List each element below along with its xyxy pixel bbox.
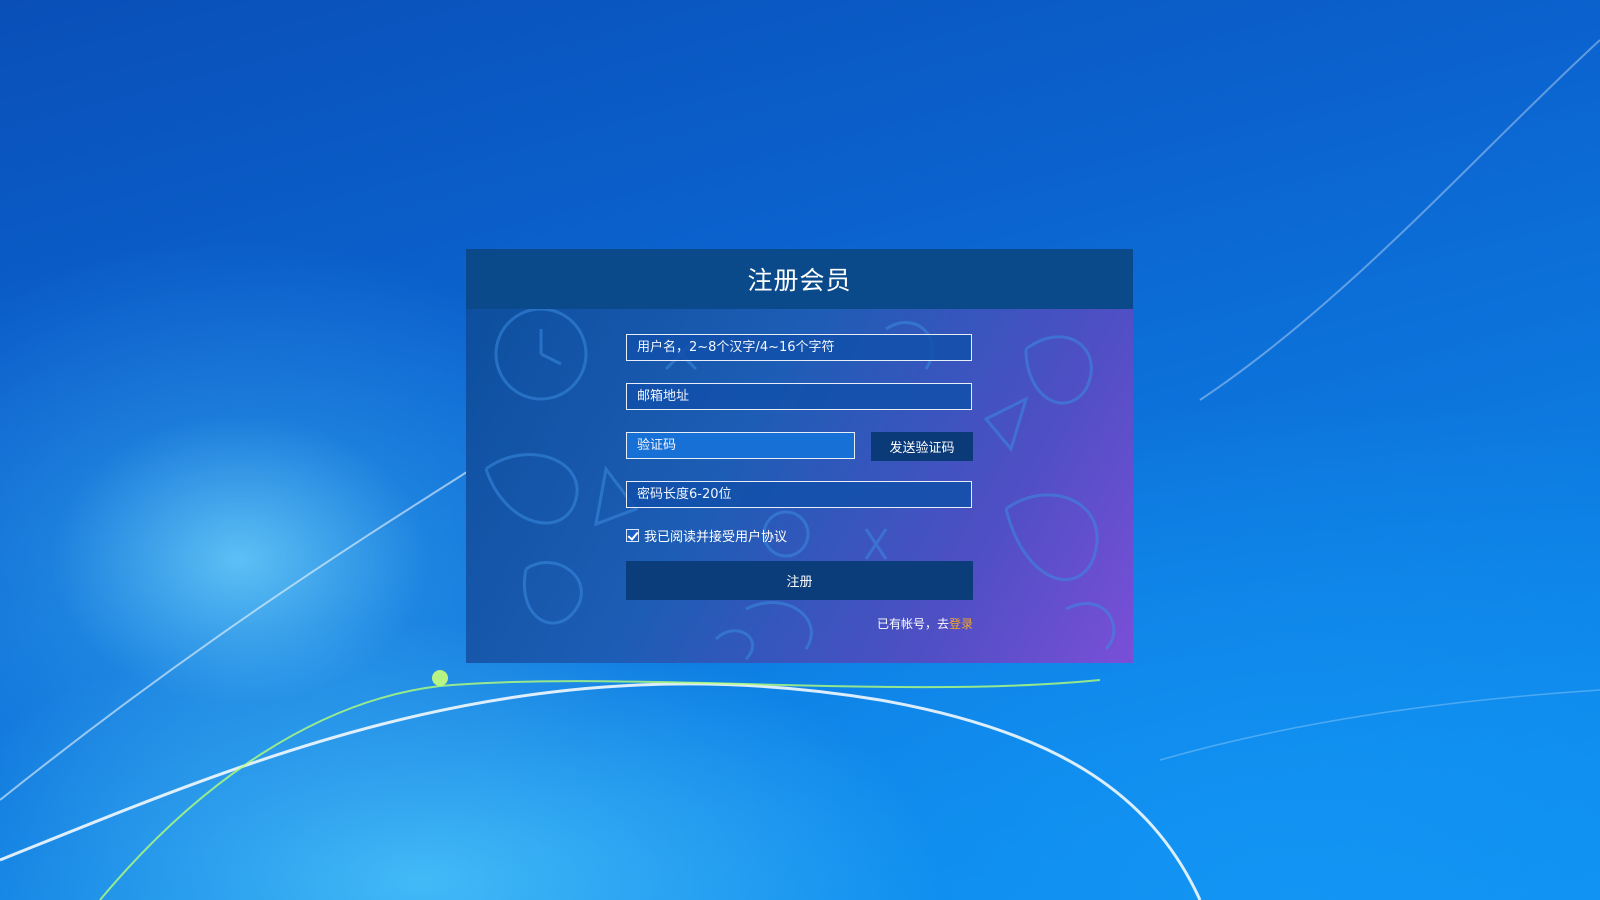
agreement-row: 我已阅读并接受用户协议 bbox=[626, 526, 787, 545]
login-link[interactable]: 登录 bbox=[949, 617, 973, 631]
dialog-header: 注册会员 bbox=[466, 249, 1133, 309]
agreement-checkbox[interactable] bbox=[626, 528, 639, 542]
verification-code-input[interactable] bbox=[626, 432, 855, 459]
dialog-body: 发送验证码 我已阅读并接受用户协议 注册 已有帐号，去登录 bbox=[466, 309, 1133, 663]
agreement-label[interactable]: 我已阅读并接受用户协议 bbox=[644, 526, 787, 545]
username-input[interactable] bbox=[626, 334, 972, 361]
register-button[interactable]: 注册 bbox=[626, 561, 973, 600]
register-dialog: 注册会员 用户名，2~8个汉字/4~16个字符 邮箱地址 验证码 发送验证码 我… bbox=[466, 249, 1133, 663]
login-prompt: 已有帐号，去登录 bbox=[877, 615, 973, 632]
password-input[interactable] bbox=[626, 481, 972, 508]
email-input[interactable] bbox=[626, 383, 972, 410]
dialog-title: 注册会员 bbox=[747, 266, 852, 295]
have-account-text: 已有帐号，去 bbox=[876, 617, 949, 631]
desktop-wallpaper: 注册会员 用户名，2~8个汉字/4~16个字符 邮箱地址 验证码 发送验证码 我… bbox=[0, 0, 1600, 900]
send-code-button[interactable]: 发送验证码 bbox=[871, 432, 973, 461]
